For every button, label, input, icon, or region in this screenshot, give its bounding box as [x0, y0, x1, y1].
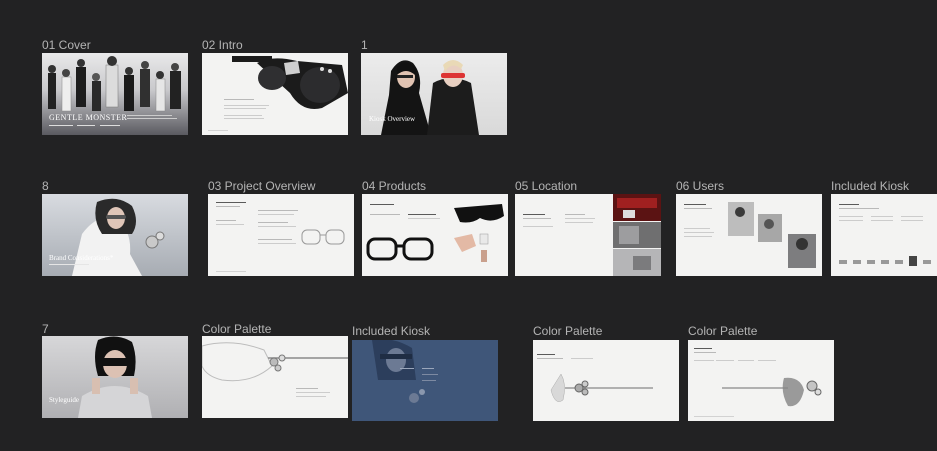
- rimless-glasses-image: [202, 342, 348, 382]
- slide-thumbnail-users[interactable]: [676, 194, 822, 276]
- frame-label: 01 Cover: [42, 38, 91, 52]
- eyeglasses-image: [301, 229, 345, 245]
- frame-label: Included Kiosk: [831, 179, 910, 193]
- user-photos: [728, 202, 816, 268]
- slide-thumbnail-location[interactable]: [515, 194, 661, 276]
- frame-label: 7: [42, 322, 49, 336]
- slide-thumbnail-intro[interactable]: [202, 53, 348, 135]
- frame-label: Included Kiosk: [352, 324, 431, 338]
- sunglasses-image: [232, 56, 348, 109]
- frame-label: 1: [361, 38, 368, 52]
- frame-label: 8: [42, 179, 49, 193]
- temple-detail-image: [550, 373, 653, 402]
- kiosk-icons-row: [839, 256, 931, 266]
- glasses-products: [366, 204, 504, 262]
- frame-label: Color Palette: [533, 324, 603, 338]
- slide-thumbnail-cover[interactable]: GENTLE MONSTER: [42, 53, 188, 135]
- slide-thumbnail-brand[interactable]: Brand Considerations*: [42, 194, 188, 276]
- slide-thumbnail-included-kiosk-blue[interactable]: [352, 340, 498, 421]
- slide-thumbnail-styleguide[interactable]: Styleguide: [42, 336, 188, 418]
- cover-title: GENTLE MONSTER: [49, 113, 128, 122]
- slide-title: Kiosk Overview: [369, 115, 416, 123]
- store-photos: [613, 194, 661, 276]
- slide-thumbnail-color-palette[interactable]: [202, 336, 348, 418]
- glasses-detail-image: [722, 377, 822, 407]
- frame-label: Color Palette: [688, 324, 758, 338]
- frame-label: 05 Location: [515, 179, 578, 193]
- frame-label: 02 Intro: [202, 38, 243, 52]
- slide-thumbnail-color-palette-3[interactable]: [688, 340, 834, 421]
- frame-label: 03 Project Overview: [208, 179, 316, 193]
- frame-label: 04 Products: [362, 179, 427, 193]
- frame-label: Color Palette: [202, 322, 272, 336]
- slide-thumbnail-included-kiosk[interactable]: [831, 194, 937, 276]
- slide-title: Brand Considerations*: [49, 254, 114, 262]
- slide-thumbnail-kiosk-overview[interactable]: Kiosk Overview: [361, 53, 507, 135]
- slide-title: Styleguide: [49, 396, 79, 404]
- slide-thumbnail-color-palette-2[interactable]: [533, 340, 679, 421]
- slide-thumbnail-project-overview[interactable]: [208, 194, 354, 276]
- model-photo: [78, 336, 152, 418]
- slide-thumbnail-products[interactable]: [362, 194, 508, 276]
- frame-label: 06 Users: [676, 179, 725, 193]
- cover-group-photo: [48, 56, 181, 112]
